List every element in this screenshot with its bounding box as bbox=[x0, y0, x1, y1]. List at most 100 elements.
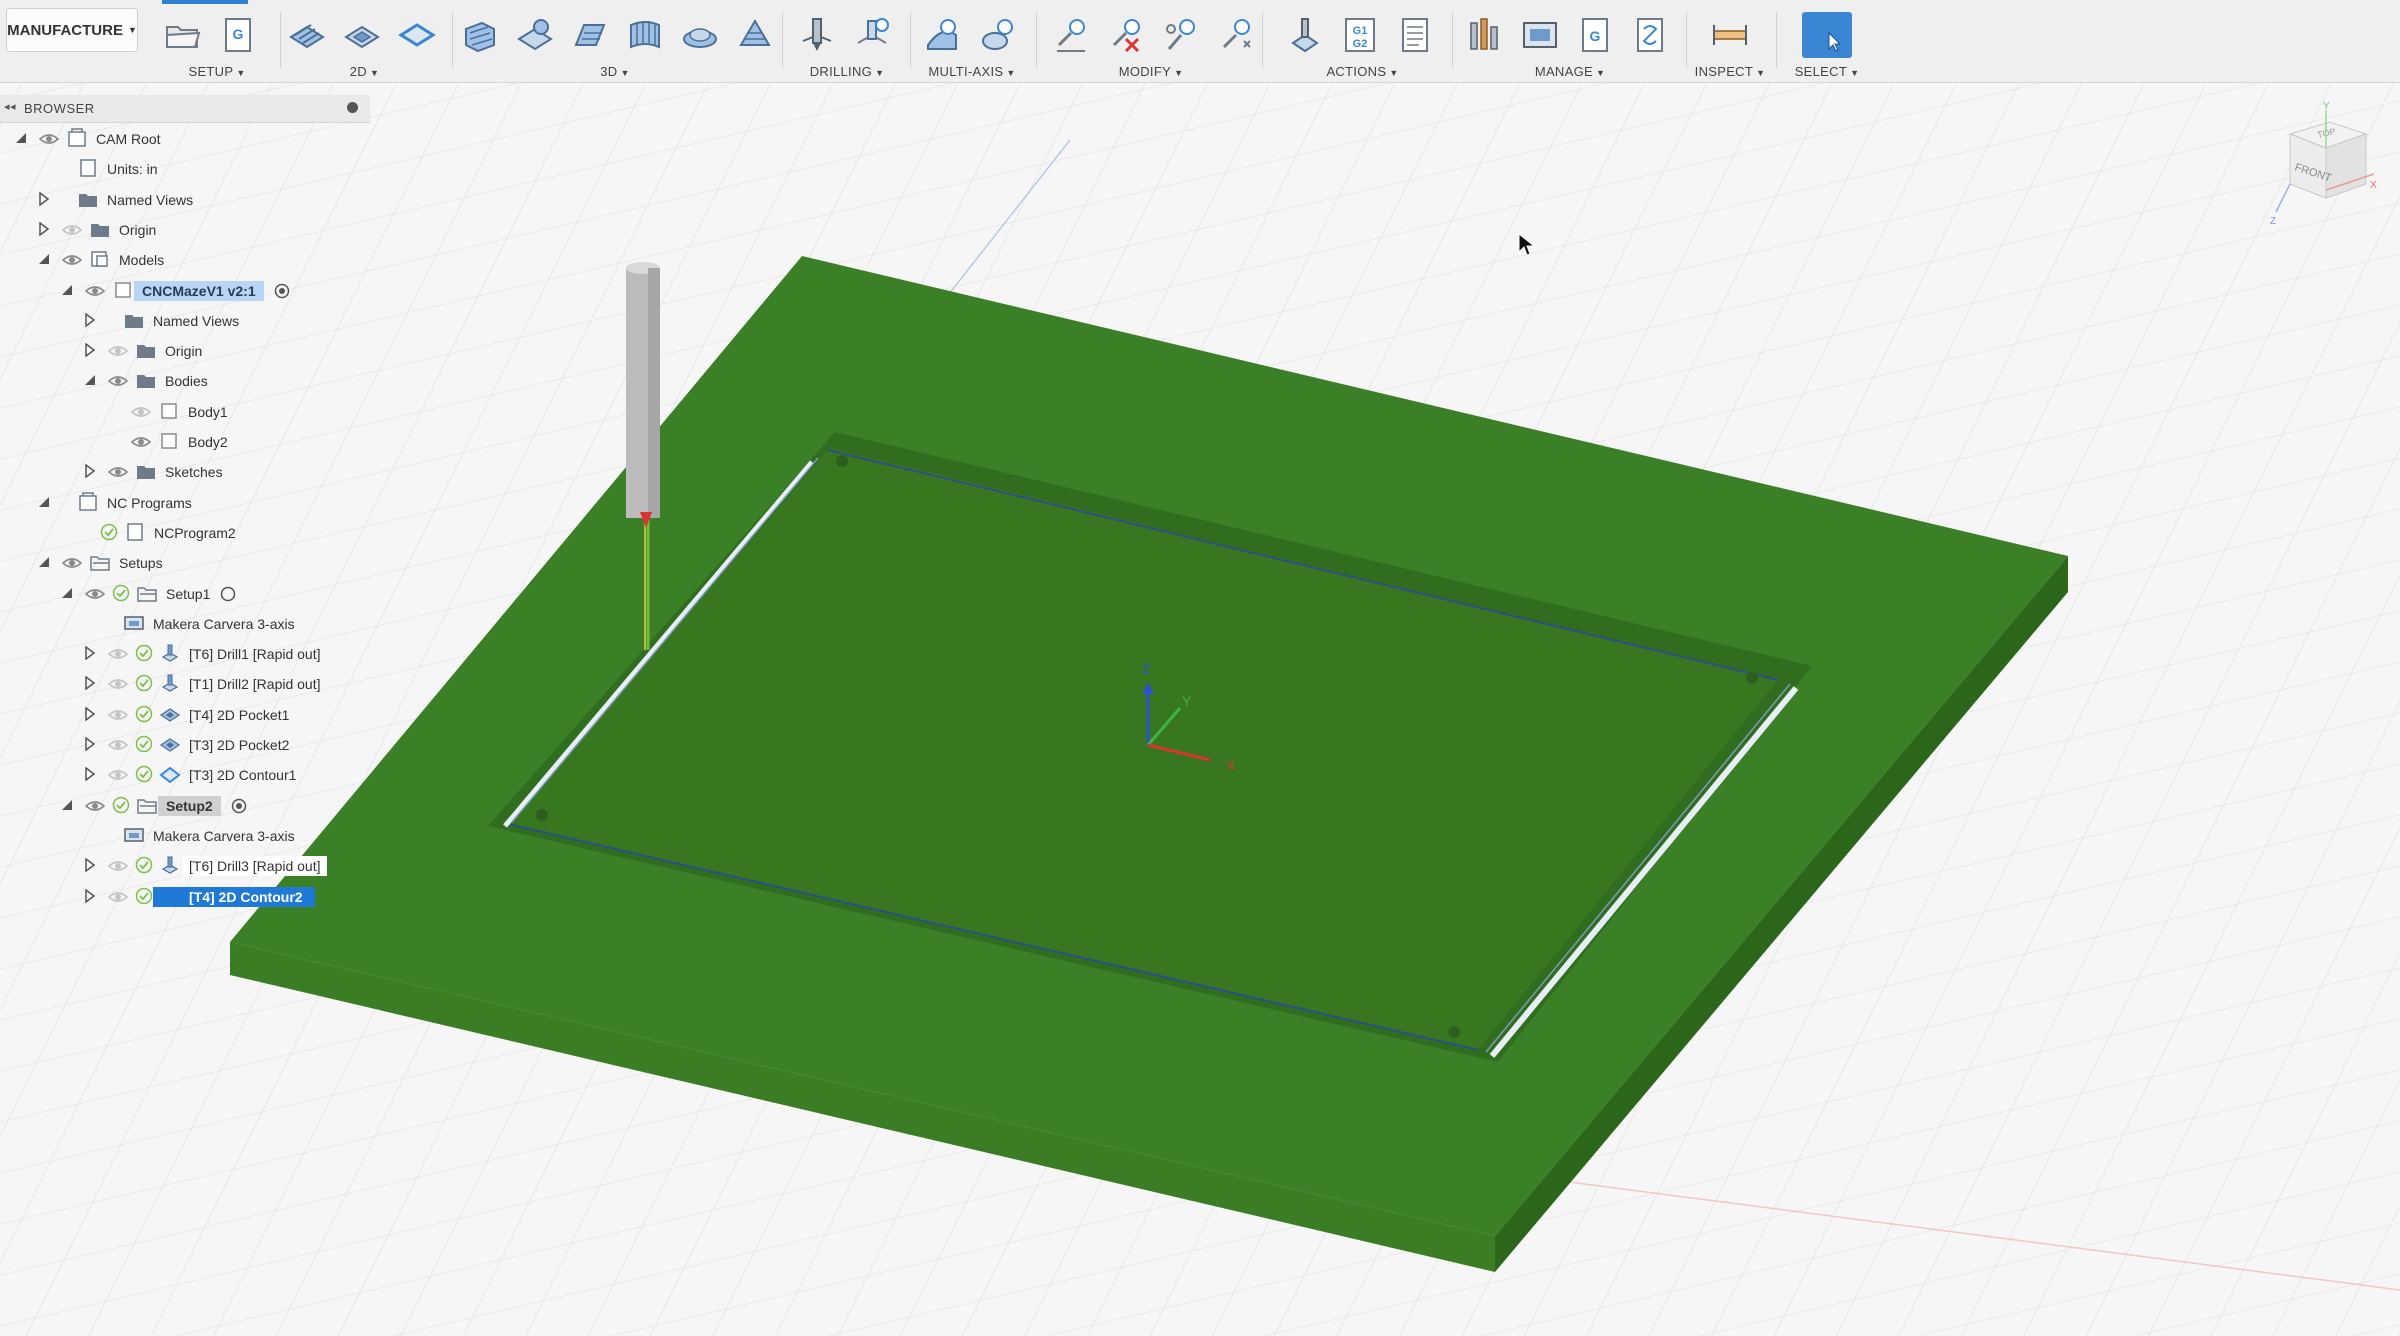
tree-setup2[interactable]: Setup2 bbox=[0, 792, 370, 820]
visibility-eye-icon[interactable] bbox=[107, 372, 129, 390]
visibility-eye-icon[interactable] bbox=[107, 645, 129, 663]
tree-body2[interactable]: Body2 bbox=[0, 428, 370, 456]
expand-closed-icon[interactable] bbox=[83, 675, 97, 691]
expand-closed-icon[interactable] bbox=[37, 191, 51, 207]
collapse-panel-icon[interactable]: ◂◂ bbox=[4, 100, 16, 113]
expand-closed-icon[interactable] bbox=[37, 221, 51, 237]
post-library-button[interactable]: G bbox=[1570, 12, 1620, 58]
tree-setup1[interactable]: Setup1 bbox=[0, 580, 370, 608]
expand-open-icon[interactable] bbox=[60, 798, 74, 812]
visibility-eye-icon[interactable] bbox=[107, 706, 129, 724]
nc-program-button[interactable]: G bbox=[213, 12, 263, 58]
expand-closed-icon[interactable] bbox=[83, 888, 97, 903]
select-button[interactable] bbox=[1802, 12, 1852, 58]
tree-units[interactable]: Units: in bbox=[0, 155, 370, 183]
expand-closed-icon[interactable] bbox=[83, 463, 97, 479]
3d-pocket-button[interactable] bbox=[510, 12, 560, 58]
expand-closed-icon[interactable] bbox=[83, 857, 97, 873]
new-folder-button[interactable] bbox=[158, 12, 208, 58]
inspect-group-label[interactable]: INSPECT ▼ bbox=[1690, 64, 1770, 79]
tree-setups[interactable]: Setups bbox=[0, 549, 370, 577]
tree-model-named-views[interactable]: Named Views bbox=[0, 307, 370, 335]
visibility-eye-icon[interactable] bbox=[107, 342, 129, 360]
visibility-eye-icon[interactable] bbox=[107, 766, 129, 784]
tree-op-pocket2[interactable]: [T3] 2D Pocket2 bbox=[0, 731, 370, 759]
visibility-eye-icon[interactable] bbox=[130, 433, 152, 451]
modify-group-label[interactable]: MODIFY ▼ bbox=[1046, 64, 1256, 79]
expand-closed-icon[interactable] bbox=[83, 736, 97, 752]
visibility-eye-icon[interactable] bbox=[130, 403, 152, 421]
tree-op-contour1[interactable]: [T3] 2D Contour1 bbox=[0, 761, 370, 789]
drilling-group-label[interactable]: DRILLING ▼ bbox=[792, 64, 902, 79]
3d-scallop-button[interactable] bbox=[675, 12, 725, 58]
machine-library-button[interactable] bbox=[1515, 12, 1565, 58]
expand-open-icon[interactable] bbox=[37, 555, 51, 569]
active-radio-icon[interactable] bbox=[274, 283, 290, 299]
tree-sketches[interactable]: Sketches bbox=[0, 458, 370, 486]
tree-cam-root[interactable]: CAM Root bbox=[0, 125, 370, 153]
3d-parallel-button[interactable] bbox=[620, 12, 670, 58]
setup-group-label[interactable]: SETUP ▼ bbox=[158, 64, 276, 79]
tree-model-cncmaze[interactable]: CNCMazeV1 v2:1 bbox=[0, 277, 370, 305]
expand-open-icon[interactable] bbox=[14, 131, 28, 145]
tree-nc-programs[interactable]: NC Programs bbox=[0, 489, 370, 517]
workspace-switcher[interactable]: MANUFACTURE ▼ bbox=[6, 8, 138, 52]
modify-delete-button[interactable] bbox=[1101, 12, 1151, 58]
tool-library-button[interactable] bbox=[1460, 12, 1510, 58]
3d-adaptive-button[interactable] bbox=[455, 12, 505, 58]
post-process-button[interactable]: G1 G2 bbox=[1335, 12, 1385, 58]
tree-setup1-machine[interactable]: Makera Carvera 3-axis bbox=[0, 610, 370, 638]
expand-closed-icon[interactable] bbox=[83, 312, 97, 328]
expand-open-icon[interactable] bbox=[37, 495, 51, 509]
visibility-eye-icon[interactable] bbox=[61, 251, 83, 269]
tree-setup2-machine[interactable]: Makera Carvera 3-axis bbox=[0, 822, 370, 850]
tree-origin[interactable]: Origin bbox=[0, 216, 370, 244]
tree-op-drill3[interactable]: [T6] Drill3 [Rapid out] bbox=[0, 852, 370, 880]
visibility-eye-icon[interactable] bbox=[107, 463, 129, 481]
tree-models[interactable]: Models bbox=[0, 246, 370, 274]
template-library-button[interactable] bbox=[1625, 12, 1675, 58]
expand-closed-icon[interactable] bbox=[83, 706, 97, 722]
view-cube[interactable]: TOP FRONT Y X Z bbox=[2270, 100, 2380, 230]
expand-closed-icon[interactable] bbox=[83, 645, 97, 661]
hole-recognition-button[interactable] bbox=[847, 12, 897, 58]
3d-steep-shallow-button[interactable] bbox=[565, 12, 615, 58]
pin-icon[interactable] bbox=[347, 102, 358, 113]
setup-sheet-button[interactable] bbox=[1390, 12, 1440, 58]
tree-body1[interactable]: Body1 bbox=[0, 398, 370, 426]
2d-contour-button[interactable] bbox=[392, 12, 442, 58]
drill-button[interactable] bbox=[792, 12, 842, 58]
expand-closed-icon[interactable] bbox=[83, 342, 97, 358]
2d-group-label[interactable]: 2D ▼ bbox=[282, 64, 447, 79]
modify-pattern-button[interactable] bbox=[1046, 12, 1096, 58]
modify-edit-button[interactable] bbox=[1156, 12, 1206, 58]
tree-op-contour2[interactable]: [T4] 2D Contour2 bbox=[0, 883, 370, 911]
modify-transform-button[interactable] bbox=[1211, 12, 1261, 58]
measure-button[interactable] bbox=[1705, 12, 1755, 58]
visibility-eye-icon[interactable] bbox=[107, 736, 129, 754]
visibility-eye-icon[interactable] bbox=[38, 130, 60, 148]
actions-group-label[interactable]: ACTIONS ▼ bbox=[1280, 64, 1445, 79]
manage-group-label[interactable]: MANAGE ▼ bbox=[1460, 64, 1680, 79]
tree-op-drill2[interactable]: [T1] Drill2 [Rapid out] bbox=[0, 670, 370, 698]
tree-op-pocket1[interactable]: [T4] 2D Pocket1 bbox=[0, 701, 370, 729]
3d-contour-button[interactable] bbox=[730, 12, 780, 58]
visibility-eye-icon[interactable] bbox=[84, 797, 106, 815]
tree-op-drill1[interactable]: [T6] Drill1 [Rapid out] bbox=[0, 640, 370, 668]
simulate-button[interactable] bbox=[1280, 12, 1330, 58]
visibility-eye-icon[interactable] bbox=[61, 221, 83, 239]
visibility-eye-icon[interactable] bbox=[84, 282, 106, 300]
3d-group-label[interactable]: 3D ▼ bbox=[455, 64, 775, 79]
visibility-eye-icon[interactable] bbox=[107, 888, 129, 906]
tree-bodies[interactable]: Bodies bbox=[0, 367, 370, 395]
expand-open-icon[interactable] bbox=[83, 373, 97, 387]
expand-open-icon[interactable] bbox=[60, 283, 74, 297]
swarf-button[interactable] bbox=[917, 12, 967, 58]
multi-axis-contour-button[interactable] bbox=[972, 12, 1022, 58]
tree-model-origin[interactable]: Origin bbox=[0, 337, 370, 365]
visibility-eye-icon[interactable] bbox=[84, 585, 106, 603]
multi-axis-group-label[interactable]: MULTI-AXIS ▼ bbox=[917, 64, 1027, 79]
expand-open-icon[interactable] bbox=[37, 252, 51, 266]
inactive-radio-icon[interactable] bbox=[220, 586, 236, 602]
2d-pocket-button[interactable] bbox=[337, 12, 387, 58]
